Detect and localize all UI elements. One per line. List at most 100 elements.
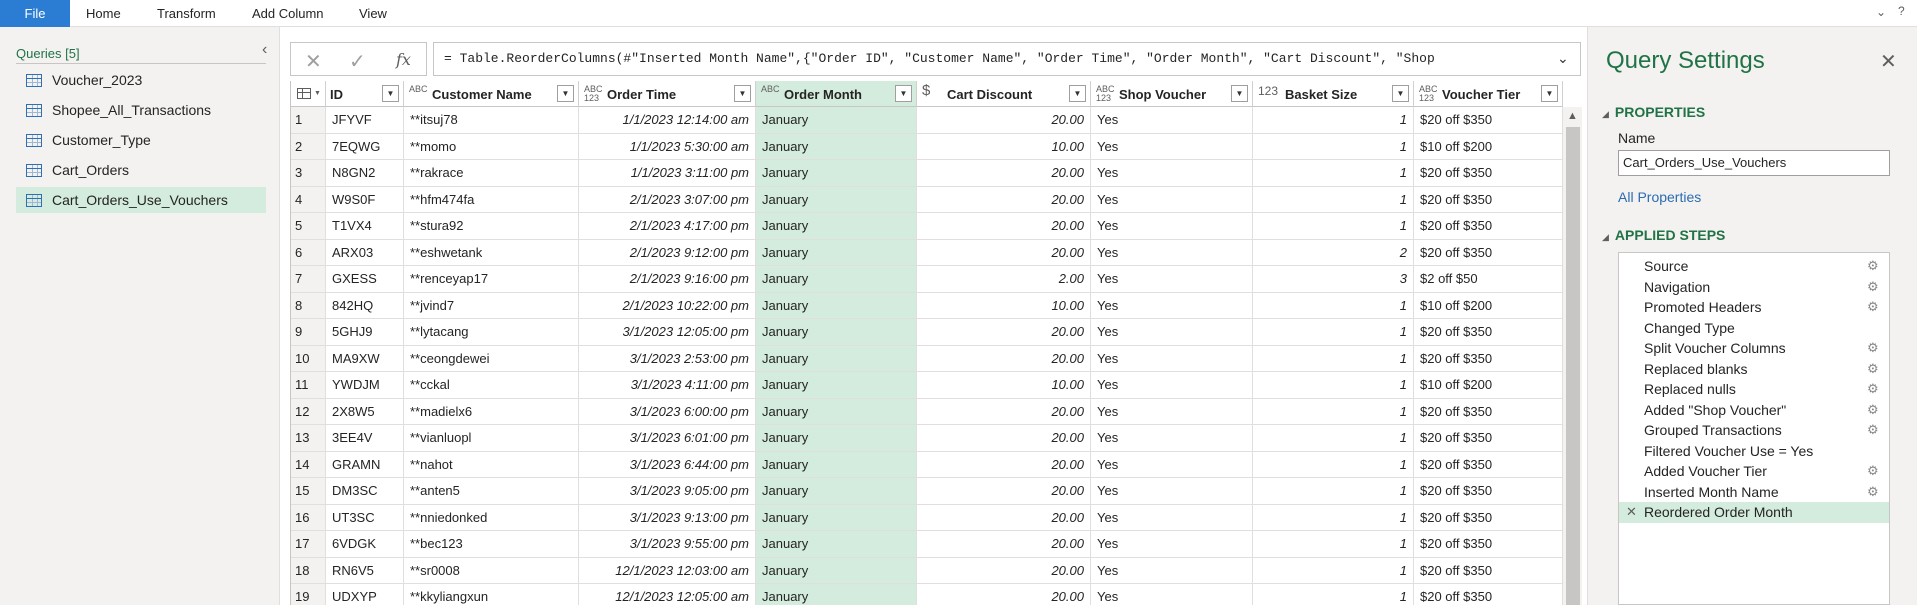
row-number[interactable]: 4 <box>291 186 326 213</box>
tab-view[interactable]: View <box>359 0 387 27</box>
filter-dropdown-icon[interactable]: ▼ <box>1231 85 1248 102</box>
cell-basket-size[interactable]: 1 <box>1253 107 1414 134</box>
query-item-shopee-all-transactions[interactable]: Shopee_All_Transactions <box>16 97 266 123</box>
query-item-cart-orders-use-vouchers[interactable]: Cart_Orders_Use_Vouchers <box>16 187 266 213</box>
cell-cart-discount[interactable]: 20.00 <box>917 160 1091 187</box>
cell-customer-name[interactable]: **jvind7 <box>404 292 579 319</box>
cell-voucher-tier[interactable]: $20 off $350 <box>1414 584 1563 605</box>
cell-order-month[interactable]: January <box>756 531 917 558</box>
table-row[interactable]: 19 UDXYP **kkyliangxun 12/1/2023 12:05:00 a… <box>291 584 1563 605</box>
cell-cart-discount[interactable]: 2.00 <box>917 266 1091 293</box>
tab-file[interactable]: File <box>0 0 70 27</box>
table-menu-button[interactable]: ▼ <box>291 81 326 107</box>
cell-cart-discount[interactable]: 20.00 <box>917 504 1091 531</box>
gear-icon[interactable]: ⚙ <box>1867 461 1879 481</box>
cell-voucher-tier[interactable]: $20 off $350 <box>1414 213 1563 240</box>
cell-order-time[interactable]: 2/1/2023 9:16:00 pm <box>579 266 756 293</box>
cell-basket-size[interactable]: 1 <box>1253 425 1414 452</box>
cell-basket-size[interactable]: 2 <box>1253 239 1414 266</box>
cell-order-time[interactable]: 3/1/2023 9:05:00 pm <box>579 478 756 505</box>
row-number[interactable]: 7 <box>291 266 326 293</box>
cell-cart-discount[interactable]: 20.00 <box>917 425 1091 452</box>
cancel-formula-icon[interactable]: ✕ <box>305 49 322 74</box>
cell-customer-name[interactable]: **anten5 <box>404 478 579 505</box>
close-icon[interactable]: ✕ <box>1880 49 1897 74</box>
table-row[interactable]: 12 2X8W5 **madielx6 3/1/2023 6:00:00 pm Janu… <box>291 398 1563 425</box>
gear-icon[interactable]: ⚙ <box>1867 277 1879 297</box>
cell-order-time[interactable]: 2/1/2023 4:17:00 pm <box>579 213 756 240</box>
cell-basket-size[interactable]: 1 <box>1253 372 1414 399</box>
gear-icon[interactable]: ⚙ <box>1867 256 1879 276</box>
scrollbar-thumb[interactable] <box>1566 127 1580 605</box>
cell-customer-name[interactable]: **eshwetank <box>404 239 579 266</box>
cell-shop-voucher[interactable]: Yes <box>1091 557 1253 584</box>
cell-order-month[interactable]: January <box>756 239 917 266</box>
row-number[interactable]: 10 <box>291 345 326 372</box>
row-number[interactable]: 13 <box>291 425 326 452</box>
cell-order-id[interactable]: 7EQWG <box>326 133 404 160</box>
cell-order-month[interactable]: January <box>756 504 917 531</box>
column-header-order-time[interactable]: ABC 123 Order Time ▼ <box>579 81 756 107</box>
help-icon[interactable]: ? <box>1898 4 1905 18</box>
applied-steps-section-header[interactable]: ◢ APPLIED STEPS <box>1602 227 1725 243</box>
cell-basket-size[interactable]: 1 <box>1253 557 1414 584</box>
gear-icon[interactable]: ⚙ <box>1867 420 1879 440</box>
cell-order-month[interactable]: January <box>756 345 917 372</box>
cell-customer-name[interactable]: **madielx6 <box>404 398 579 425</box>
cell-order-month[interactable]: January <box>756 160 917 187</box>
cell-order-id[interactable]: T1VX4 <box>326 213 404 240</box>
cell-shop-voucher[interactable]: Yes <box>1091 584 1253 605</box>
cell-order-month[interactable]: January <box>756 266 917 293</box>
row-number[interactable]: 1 <box>291 107 326 134</box>
cell-voucher-tier[interactable]: $20 off $350 <box>1414 451 1563 478</box>
applied-step[interactable]: Grouped Transactions ⚙ <box>1619 420 1889 441</box>
table-row[interactable]: 6 ARX03 **eshwetank 2/1/2023 9:12:00 pm Janu… <box>291 239 1563 266</box>
cell-order-time[interactable]: 12/1/2023 12:05:00 am <box>579 584 756 605</box>
cell-voucher-tier[interactable]: $20 off $350 <box>1414 425 1563 452</box>
cell-basket-size[interactable]: 1 <box>1253 531 1414 558</box>
row-number[interactable]: 9 <box>291 319 326 346</box>
cell-customer-name[interactable]: **nahot <box>404 451 579 478</box>
cell-shop-voucher[interactable]: Yes <box>1091 133 1253 160</box>
cell-basket-size[interactable]: 1 <box>1253 451 1414 478</box>
column-header-cart-discount[interactable]: $ Cart Discount ▼ <box>917 81 1091 107</box>
delete-step-icon[interactable]: ✕ <box>1626 502 1637 522</box>
cell-customer-name[interactable]: **bec123 <box>404 531 579 558</box>
cell-basket-size[interactable]: 1 <box>1253 133 1414 160</box>
column-header-customer-name[interactable]: ABC Customer Name ▼ <box>404 81 579 107</box>
cell-shop-voucher[interactable]: Yes <box>1091 504 1253 531</box>
table-row[interactable]: 2 7EQWG **momo 1/1/2023 5:30:00 am January 10… <box>291 133 1563 160</box>
table-row[interactable]: 1 JFYVF **itsuj78 1/1/2023 12:14:00 am Janua… <box>291 107 1563 134</box>
cell-order-month[interactable]: January <box>756 213 917 240</box>
table-row[interactable]: 14 GRAMN **nahot 3/1/2023 6:44:00 pm January… <box>291 451 1563 478</box>
table-row[interactable]: 4 W9S0F **hfm474fa 2/1/2023 3:07:00 pm Janua… <box>291 186 1563 213</box>
applied-step[interactable]: Navigation ⚙ <box>1619 277 1889 298</box>
cell-order-id[interactable]: ARX03 <box>326 239 404 266</box>
cell-voucher-tier[interactable]: $20 off $350 <box>1414 557 1563 584</box>
cell-order-month[interactable]: January <box>756 478 917 505</box>
cell-customer-name[interactable]: **cckal <box>404 372 579 399</box>
formula-bar[interactable]: = Table.ReorderColumns(#"Inserted Month … <box>433 42 1581 76</box>
table-row[interactable]: 8 842HQ **jvind7 2/1/2023 10:22:00 pm Januar… <box>291 292 1563 319</box>
cell-order-id[interactable]: W9S0F <box>326 186 404 213</box>
cell-order-id[interactable]: 2X8W5 <box>326 398 404 425</box>
filter-dropdown-icon[interactable]: ▼ <box>1541 85 1558 102</box>
table-row[interactable]: 15 DM3SC **anten5 3/1/2023 9:05:00 pm Januar… <box>291 478 1563 505</box>
cell-customer-name[interactable]: **vianluopl <box>404 425 579 452</box>
row-number[interactable]: 15 <box>291 478 326 505</box>
applied-step[interactable]: Split Voucher Columns ⚙ <box>1619 338 1889 359</box>
cell-order-id[interactable]: RN6V5 <box>326 557 404 584</box>
cell-customer-name[interactable]: **renceyap17 <box>404 266 579 293</box>
cell-voucher-tier[interactable]: $20 off $350 <box>1414 319 1563 346</box>
cell-shop-voucher[interactable]: Yes <box>1091 319 1253 346</box>
row-number[interactable]: 14 <box>291 451 326 478</box>
table-row[interactable]: 9 5GHJ9 **lytacang 3/1/2023 12:05:00 pm Janu… <box>291 319 1563 346</box>
cell-order-time[interactable]: 12/1/2023 12:03:00 am <box>579 557 756 584</box>
cell-customer-name[interactable]: **hfm474fa <box>404 186 579 213</box>
cell-customer-name[interactable]: **momo <box>404 133 579 160</box>
query-item-cart-orders[interactable]: Cart_Orders <box>16 157 266 183</box>
cell-order-time[interactable]: 1/1/2023 12:14:00 am <box>579 107 756 134</box>
vertical-scrollbar[interactable]: ▲ <box>1563 107 1582 605</box>
cell-voucher-tier[interactable]: $10 off $200 <box>1414 133 1563 160</box>
cell-voucher-tier[interactable]: $10 off $200 <box>1414 292 1563 319</box>
